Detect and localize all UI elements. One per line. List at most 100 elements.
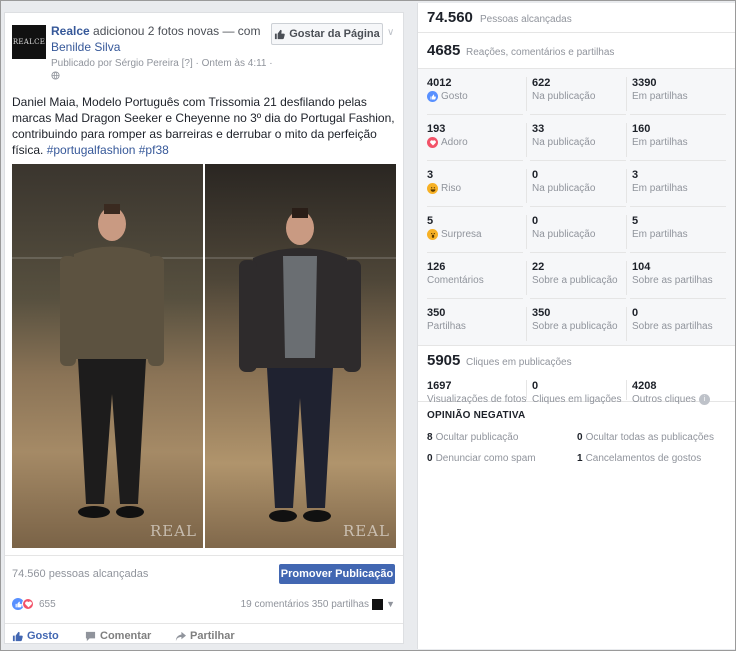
post-photo-2[interactable]: REAL: [205, 164, 396, 548]
haha-reaction-icon: [427, 183, 438, 194]
clicks-label: Cliques em publicações: [466, 357, 572, 368]
divider: [526, 169, 527, 203]
divider: [526, 261, 527, 295]
stat-number: 5: [632, 215, 639, 227]
negative-count: 8: [427, 432, 433, 443]
stat-number: 3390: [632, 77, 657, 89]
photo-grid: REAL REAL: [12, 164, 396, 548]
divider: [526, 307, 527, 341]
negative-label: Denunciar como spam: [435, 453, 536, 464]
model-figure-1: [60, 204, 164, 518]
stat-cell: 350 Sobre a publicação: [530, 307, 626, 345]
love-reaction-icon: [427, 137, 438, 148]
like-button[interactable]: Gosto: [12, 630, 59, 642]
divider: [626, 307, 627, 341]
breakdown-row-like: 4012 Gosto 622 Na publicação 3390 Em par…: [418, 69, 735, 115]
page-mini-avatar[interactable]: [372, 599, 383, 610]
insights-panel: 74.560 Pessoas alcançadas 4685 Reações, …: [417, 3, 735, 649]
engagement-count: 4685: [427, 42, 461, 59]
post-header: REALCE Realce adicionou 2 fotos novas — …: [5, 13, 403, 101]
stat-label: Em partilhas: [632, 229, 688, 240]
stat-label: Surpresa: [441, 229, 482, 240]
chevron-down-icon[interactable]: ▼: [386, 599, 395, 609]
stat-label: Na publicação: [532, 137, 596, 148]
stat-label: Em partilhas: [632, 183, 688, 194]
stat-number: 0: [632, 307, 639, 319]
stat-number: 0: [532, 215, 539, 227]
negative-feedback-title: OPINIÃO NEGATIVA: [427, 410, 526, 421]
stat-number: 4012: [427, 77, 452, 89]
stat-number: 3: [632, 169, 639, 181]
stat-label: Partilhas: [427, 321, 466, 332]
stat-number: 5: [427, 215, 434, 227]
breakdown-row-comments: 126 Comentários 22 Sobre a publicação 10…: [418, 253, 735, 299]
stat-number: 104: [632, 261, 651, 273]
reaction-count[interactable]: 655: [39, 599, 56, 610]
breakdown-row-love: 193 Adoro 33 Na publicação 160 Em partil…: [418, 115, 735, 161]
model-figure-2: [239, 208, 361, 522]
negative-label: Ocultar publicação: [435, 432, 519, 443]
page-name-link[interactable]: Realce: [51, 24, 90, 38]
divider: [526, 380, 527, 400]
promote-button[interactable]: Promover Publicação: [279, 564, 395, 584]
chevron-down-icon[interactable]: ∨: [387, 27, 394, 38]
reached-label: Pessoas alcançadas: [480, 14, 572, 25]
stat-label: Na publicação: [532, 91, 596, 102]
post-card: REALCE Realce adicionou 2 fotos novas — …: [4, 12, 404, 644]
stat-label: Sobre a publicação: [532, 321, 618, 332]
thumbs-up-icon: [12, 631, 23, 641]
stat-label: Em partilhas: [632, 137, 688, 148]
page-avatar[interactable]: REALCE: [12, 25, 46, 59]
stat-cell: 3 Riso: [427, 169, 523, 207]
watermark: REAL: [342, 522, 390, 540]
negative-item: 8 Ocultar publicação: [427, 432, 518, 443]
engagement-breakdown: 4012 Gosto 622 Na publicação 3390 Em par…: [418, 69, 735, 346]
post-headline: Realce adicionou 2 fotos novas — com Ben…: [51, 23, 266, 55]
tagged-user-link[interactable]: Benilde Silva: [51, 40, 120, 54]
stat-cell: 3 Em partilhas: [630, 169, 726, 207]
like-page-label: Gostar da Página: [289, 28, 380, 40]
negative-count: 0: [577, 432, 583, 443]
negative-feedback-section: OPINIÃO NEGATIVA 8 Ocultar publicação 0 Oc…: [418, 402, 735, 482]
stat-cell: 0 Na publicação: [530, 169, 626, 207]
watermark: REAL: [149, 522, 197, 540]
clicks-section: 5905 Cliques em publicações 1697 Visuali…: [418, 346, 735, 405]
like-page-button[interactable]: Gostar da Página: [271, 23, 383, 45]
stat-number: 4208: [632, 380, 657, 392]
divider: [526, 123, 527, 157]
comment-icon: [85, 631, 96, 641]
share-icon: [175, 631, 186, 641]
negative-item: 0 Denunciar como spam: [427, 453, 536, 464]
stat-cell: 126 Comentários: [427, 261, 523, 299]
hashtags-link[interactable]: #portugalfashion #pf38: [47, 143, 169, 157]
stat-label: Comentários: [427, 275, 484, 286]
negative-count: 1: [577, 453, 583, 464]
stat-number: 622: [532, 77, 551, 89]
love-reaction-icon[interactable]: [22, 598, 34, 610]
stat-cell: 3390 Em partilhas: [630, 77, 726, 115]
share-button[interactable]: Partilhar: [175, 630, 235, 642]
post-actions: Gosto Comentar Partilhar: [5, 623, 403, 643]
stat-number: 350: [532, 307, 551, 319]
stat-number: 33: [532, 123, 545, 135]
negative-label: Cancelamentos de gostos: [585, 453, 702, 464]
stat-cell: 0 Na publicação: [530, 215, 626, 253]
comments-shares-count[interactable]: 19 comentários 350 partilhas: [241, 599, 369, 610]
stat-number: 350: [427, 307, 446, 319]
divider: [626, 215, 627, 249]
post-photo-1[interactable]: REAL: [12, 164, 203, 548]
post-meta-line: Publicado por Sérgio Pereira [?] · Ontem…: [51, 58, 273, 69]
reactions-summary: 655 19 comentários 350 partilhas ▼: [5, 595, 403, 617]
stat-label: Em partilhas: [632, 91, 688, 102]
negative-item: 1 Cancelamentos de gostos: [577, 453, 701, 464]
negative-label: Ocultar todas as publicações: [585, 432, 714, 443]
stat-cell: 0 Sobre as partilhas: [630, 307, 726, 345]
wow-reaction-icon: [427, 229, 438, 240]
divider: [626, 380, 627, 400]
globe-icon: [51, 71, 281, 84]
stat-label: Na publicação: [532, 229, 596, 240]
comment-button[interactable]: Comentar: [85, 630, 151, 642]
stat-cell: 350 Partilhas: [427, 307, 523, 345]
breakdown-row-haha: 3 Riso 0 Na publicação 3 Em partilhas: [418, 161, 735, 207]
stat-cell: 104 Sobre as partilhas: [630, 261, 726, 299]
